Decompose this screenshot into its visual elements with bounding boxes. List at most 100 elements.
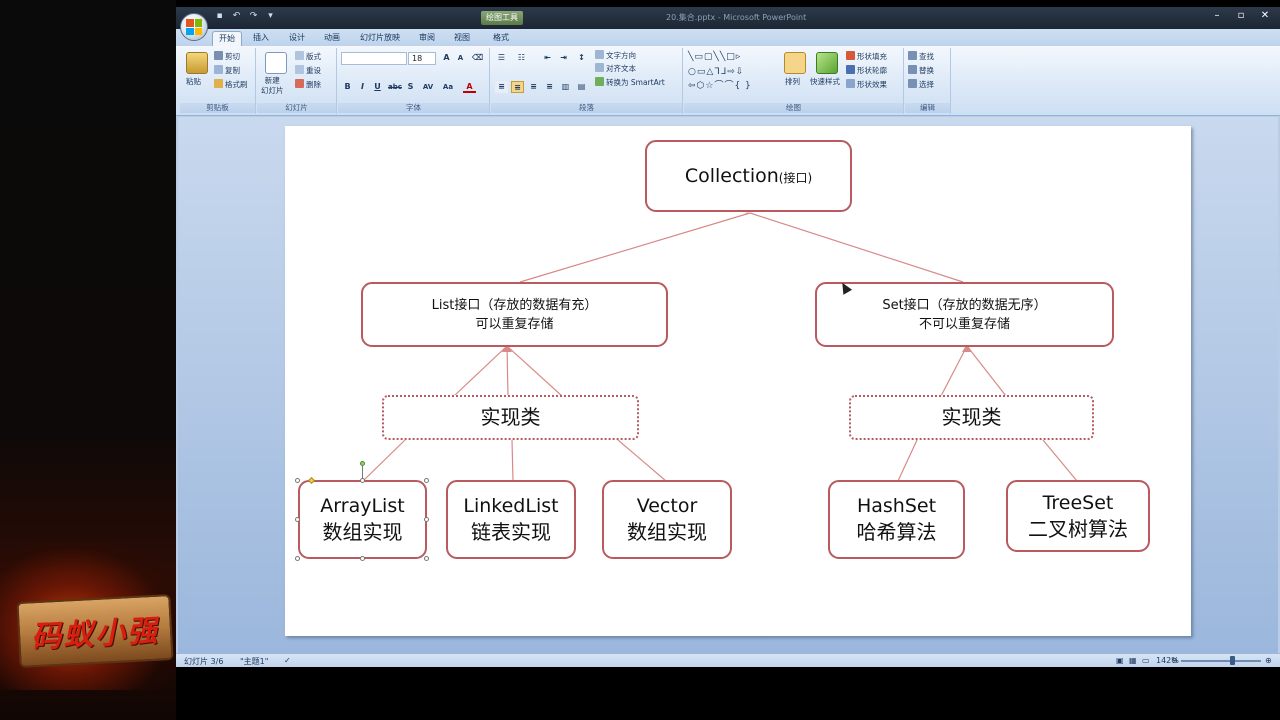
- resize-handle-ne[interactable]: [424, 478, 429, 483]
- cursor-icon: [908, 79, 917, 88]
- bold-button[interactable]: B: [341, 81, 354, 93]
- delete-slide-button[interactable]: 删除: [295, 79, 321, 90]
- quick-styles-button[interactable]: 快速样式: [810, 77, 840, 87]
- vector-node[interactable]: Vector 数组实现: [602, 480, 732, 559]
- maximize-button[interactable]: ▫: [1230, 9, 1252, 23]
- treeset-node[interactable]: TreeSet 二叉树算法: [1006, 480, 1150, 552]
- arrange-icon[interactable]: [784, 52, 806, 74]
- tab-slideshow[interactable]: 幻灯片放映: [354, 31, 406, 46]
- binoculars-icon: [908, 51, 917, 60]
- underline-button[interactable]: U: [371, 81, 384, 93]
- minimize-button[interactable]: –: [1206, 9, 1228, 23]
- bullets-icon[interactable]: ☰: [495, 52, 508, 64]
- justify-icon[interactable]: ≡: [543, 81, 556, 93]
- text-direction-button[interactable]: 文字方向: [595, 50, 636, 61]
- align-center-icon[interactable]: ≡: [511, 81, 524, 93]
- arraylist-node[interactable]: ArrayList 数组实现: [298, 480, 427, 559]
- shapes-gallery[interactable]: ╲▭▢╲╲□▹: [688, 52, 741, 62]
- clear-format-icon[interactable]: ⌫: [471, 52, 484, 64]
- resize-handle-s[interactable]: [360, 556, 365, 561]
- distribute-icon[interactable]: ▥: [559, 81, 572, 93]
- office-button[interactable]: [180, 13, 208, 41]
- cut-label: 剪切: [225, 52, 240, 61]
- zoom-slider[interactable]: [1181, 660, 1261, 662]
- linkedlist-node[interactable]: LinkedList 链表实现: [446, 480, 576, 559]
- columns-icon[interactable]: ▤: [575, 81, 588, 93]
- customize-icon[interactable]: ▾: [265, 11, 276, 22]
- collection-name: Collection: [684, 165, 779, 187]
- resize-handle-e[interactable]: [424, 517, 429, 522]
- smartart-button[interactable]: 转换为 SmartArt: [595, 77, 665, 88]
- spell-check-icon[interactable]: ✓: [284, 656, 291, 665]
- shape-effects-button[interactable]: 形状效果: [846, 79, 887, 90]
- shapes-gallery-row3[interactable]: ⇦⬡☆⌒⌒{ }: [688, 81, 752, 91]
- normal-view-icon[interactable]: ▣: [1116, 656, 1124, 665]
- close-button[interactable]: ✕: [1254, 9, 1276, 23]
- slide-sorter-icon[interactable]: ▦: [1129, 656, 1137, 665]
- strikethrough-button[interactable]: abc: [387, 81, 403, 93]
- shadow-button[interactable]: S: [404, 81, 417, 93]
- grow-font-button[interactable]: A: [440, 52, 453, 64]
- numbering-icon[interactable]: ☷: [515, 52, 528, 64]
- drawing-tools-context-tab[interactable]: 绘图工具: [481, 11, 523, 25]
- line-spacing-icon[interactable]: ↕: [575, 52, 588, 64]
- paste-button[interactable]: 粘贴: [186, 77, 201, 87]
- copy-button[interactable]: 复制: [214, 65, 240, 76]
- set-interface-node[interactable]: Set接口（存放的数据无序） 不可以重复存储: [815, 282, 1114, 347]
- italic-button[interactable]: I: [356, 81, 369, 93]
- new-slide-icon[interactable]: [265, 52, 287, 74]
- change-case-button[interactable]: Aa: [440, 81, 456, 93]
- tab-animation[interactable]: 动画: [318, 31, 346, 46]
- slideshow-icon[interactable]: ▭: [1142, 656, 1150, 665]
- layout-button[interactable]: 版式: [295, 51, 321, 62]
- undo-icon[interactable]: ↶: [231, 11, 242, 22]
- list-implementation-node[interactable]: 实现类: [382, 395, 639, 440]
- replace-button[interactable]: 替换: [908, 65, 934, 76]
- hashset-node[interactable]: HashSet 哈希算法: [828, 480, 965, 559]
- shape-fill-button[interactable]: 形状填充: [846, 51, 887, 62]
- align-right-icon[interactable]: ≡: [527, 81, 540, 93]
- resize-handle-sw[interactable]: [295, 556, 300, 561]
- tab-review[interactable]: 审阅: [413, 31, 441, 46]
- collection-node[interactable]: Collection(接口): [645, 140, 852, 212]
- tab-view[interactable]: 视图: [448, 31, 476, 46]
- font-size-input[interactable]: 18: [408, 52, 436, 65]
- tab-home[interactable]: 开始: [212, 31, 242, 46]
- decrease-indent-icon[interactable]: ⇤: [541, 52, 554, 64]
- find-button[interactable]: 查找: [908, 51, 934, 62]
- zoom-in-icon[interactable]: ⊕: [1265, 656, 1272, 665]
- cut-button[interactable]: 剪切: [214, 51, 240, 62]
- resize-handle-n[interactable]: [360, 478, 365, 483]
- theme-name: "主题1": [240, 657, 269, 666]
- select-button[interactable]: 选择: [908, 79, 934, 90]
- new-slide-button[interactable]: 新建 幻灯片: [261, 76, 284, 96]
- shrink-font-button[interactable]: A: [454, 52, 467, 64]
- tab-format[interactable]: 格式: [487, 31, 515, 46]
- font-name-input[interactable]: [341, 52, 407, 65]
- zoom-out-icon[interactable]: ⊖: [1171, 656, 1178, 665]
- redo-icon[interactable]: ↷: [248, 11, 259, 22]
- font-color-button[interactable]: A: [463, 81, 476, 93]
- arrange-button[interactable]: 排列: [785, 77, 800, 87]
- resize-handle-w[interactable]: [295, 517, 300, 522]
- format-painter-button[interactable]: 格式刷: [214, 79, 248, 90]
- shape-outline-button[interactable]: 形状轮廓: [846, 65, 887, 76]
- paste-icon[interactable]: [186, 52, 208, 74]
- char-spacing-button[interactable]: AV: [420, 81, 436, 93]
- zoom-slider-handle[interactable]: [1230, 656, 1235, 665]
- set-implementation-node[interactable]: 实现类: [849, 395, 1094, 440]
- slide-canvas[interactable]: Collection(接口) List接口（存放的数据有充） 可以重复存储 Se…: [285, 126, 1191, 636]
- resize-handle-nw[interactable]: [295, 478, 300, 483]
- arraylist-desc: 数组实现: [322, 520, 403, 544]
- align-left-icon[interactable]: ≡: [495, 81, 508, 93]
- shapes-gallery-row2[interactable]: ○▭△ᒣᒧ⇨⇩: [688, 67, 744, 77]
- quick-styles-icon[interactable]: [816, 52, 838, 74]
- list-interface-node[interactable]: List接口（存放的数据有充） 可以重复存储: [361, 282, 668, 347]
- tab-insert[interactable]: 插入: [247, 31, 275, 46]
- resize-handle-se[interactable]: [424, 556, 429, 561]
- reset-button[interactable]: 重设: [295, 65, 321, 76]
- save-icon[interactable]: ▪: [214, 11, 225, 22]
- align-text-button[interactable]: 对齐文本: [595, 63, 636, 74]
- increase-indent-icon[interactable]: ⇥: [557, 52, 570, 64]
- tab-design[interactable]: 设计: [283, 31, 311, 46]
